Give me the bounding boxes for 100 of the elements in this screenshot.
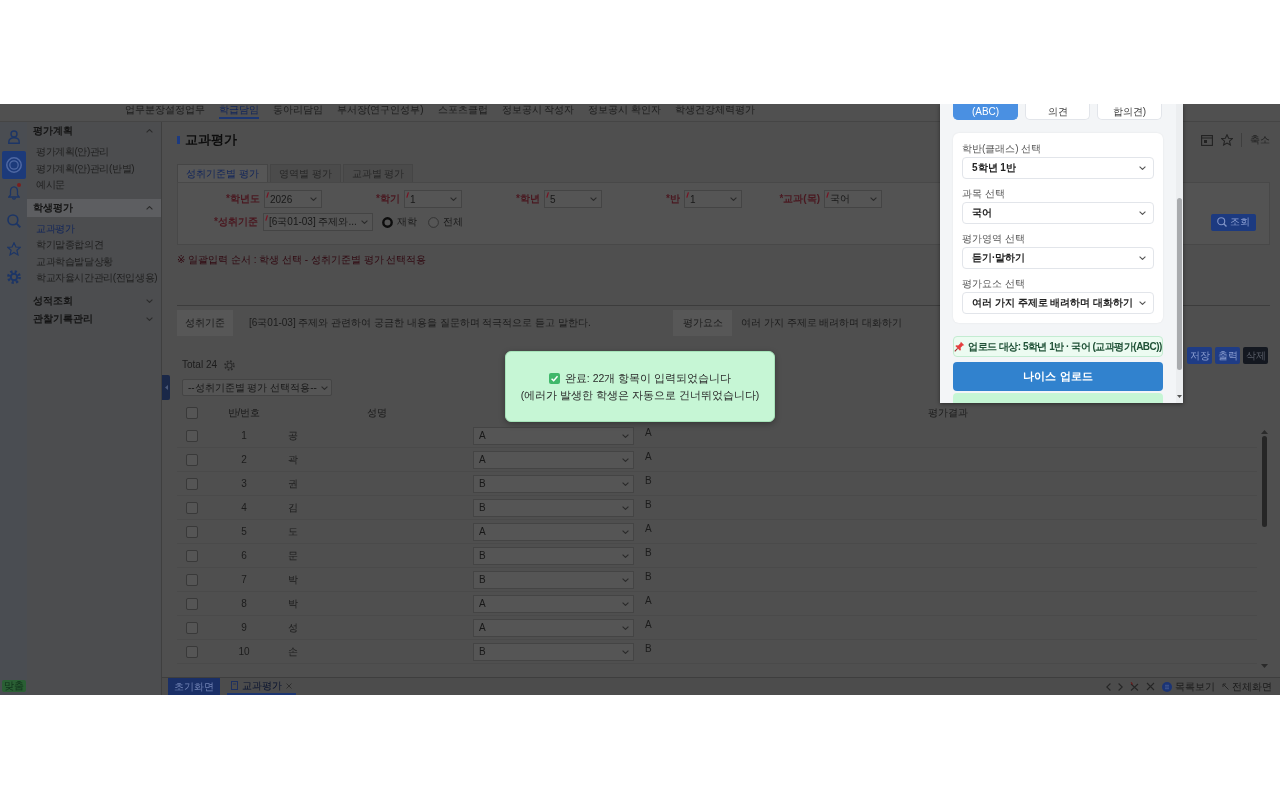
document-icon — [231, 681, 238, 690]
chevron-down-icon — [622, 625, 629, 630]
star-icon — [6, 242, 21, 256]
expand-icon — [1222, 683, 1229, 690]
list-icon — [1162, 681, 1172, 692]
sidebar-section-header[interactable]: 관찰기록관리 — [27, 309, 161, 328]
dropdown[interactable]: 국어 — [962, 202, 1154, 224]
chevron-down-icon — [590, 197, 597, 201]
dropdown[interactable]: 여러 가지 주제로 배려하며 대화하기 — [962, 292, 1154, 314]
type-button[interactable]: 의견 — [1025, 104, 1090, 120]
dropdown[interactable]: 듣기·말하기 — [962, 247, 1154, 269]
grade-dropdown[interactable]: A — [473, 426, 634, 445]
dropdown[interactable]: 5학년 1반 — [962, 157, 1154, 179]
field-label: *성취기준 — [213, 215, 258, 229]
chevron-down-icon — [361, 220, 368, 224]
row-checkbox[interactable] — [186, 525, 198, 538]
person-icon — [7, 130, 20, 144]
close-icon[interactable] — [1146, 682, 1155, 691]
row-checkbox[interactable] — [186, 573, 198, 586]
settings-icon[interactable] — [224, 359, 236, 371]
collapse-handle[interactable] — [162, 375, 170, 400]
chevron-down-icon — [1139, 211, 1146, 215]
close-icon[interactable] — [1130, 682, 1139, 691]
field-label: *반 — [665, 192, 680, 206]
home-button[interactable]: 초기화면 — [168, 678, 220, 695]
chevron-left-icon[interactable] — [1106, 682, 1111, 691]
grade-dropdown[interactable]: B — [473, 570, 634, 589]
field-label: *교과(목) — [778, 192, 820, 206]
search-icon — [6, 214, 21, 228]
chevron-down-icon — [622, 529, 629, 534]
select-all-checkbox[interactable] — [186, 407, 198, 419]
action-button[interactable]: 삭제 — [1243, 347, 1268, 364]
search-button[interactable]: 조회 — [1211, 213, 1256, 231]
sidebar-section-header[interactable]: 학생평가 — [27, 198, 161, 217]
bullet-icon — [177, 136, 180, 144]
grade-dropdown[interactable]: B — [473, 546, 634, 565]
scrollbar-thumb[interactable] — [1262, 436, 1267, 527]
type-button[interactable]: (ABC) — [953, 104, 1018, 120]
chevron-down-icon — [1139, 166, 1146, 170]
grade-dropdown[interactable]: A — [473, 594, 634, 613]
chevron-down-icon — [622, 577, 629, 582]
chevron-down-icon — [622, 433, 629, 438]
action-button[interactable]: 저장 — [1187, 347, 1212, 364]
triangle-left-icon — [164, 385, 168, 390]
chevron-down-icon — [450, 197, 457, 201]
grade-dropdown[interactable]: B — [473, 498, 634, 517]
page-tab[interactable]: 교과평가 — [227, 678, 296, 695]
page-title: 교과평가 — [185, 131, 237, 149]
chevron-down-icon — [622, 601, 629, 606]
field-label: 학반(클래스) 선택 — [962, 143, 1042, 155]
row-checkbox[interactable] — [186, 549, 198, 562]
sidebar-section-header[interactable]: 성적조회 — [27, 291, 161, 310]
chevron-down-icon — [1139, 301, 1146, 305]
row-checkbox[interactable] — [186, 429, 198, 442]
row-checkbox[interactable] — [186, 453, 198, 466]
scroll-down-arrow-icon[interactable] — [1177, 395, 1182, 398]
chevron-right-icon[interactable] — [1118, 682, 1123, 691]
upload-target-text: 업로드 대상: 5학년 1반 · 국어 (교과평가(ABC)) — [968, 339, 1162, 354]
chevron-down-icon — [870, 197, 877, 201]
chevron-down-icon — [622, 505, 629, 510]
grade-dropdown[interactable]: A — [473, 522, 634, 541]
nav-tab[interactable]: 학급담임 — [219, 104, 259, 119]
close-icon[interactable] — [286, 682, 292, 689]
star-icon[interactable] — [1221, 134, 1233, 146]
chevron-down-icon — [622, 553, 629, 558]
scrollbar-thumb[interactable] — [1177, 198, 1182, 370]
chevron-down-icon — [622, 481, 629, 486]
scroll-up-arrow-icon[interactable] — [1261, 430, 1268, 434]
sidebar-section-header[interactable]: 평가계획 — [27, 122, 161, 140]
chevron-down-icon — [320, 385, 328, 390]
field-label: 과목 선택 — [962, 188, 1005, 200]
grade-dropdown[interactable]: B — [473, 642, 634, 661]
row-checkbox[interactable] — [186, 645, 198, 658]
search-icon — [1217, 217, 1227, 227]
tab[interactable]: 성취기준별 평가 — [177, 164, 268, 182]
chevron-down-icon — [310, 197, 317, 201]
window-icon[interactable] — [1201, 134, 1213, 146]
grade-dropdown[interactable]: B — [473, 474, 634, 493]
toast-message: (에러가 발생한 학생은 자동으로 건너뛰었습니다) — [520, 388, 760, 402]
action-button[interactable]: 출력 — [1215, 347, 1240, 364]
bell-icon — [7, 186, 20, 200]
grade-dropdown[interactable]: A — [473, 618, 634, 637]
type-button[interactable]: 합의견) — [1097, 104, 1162, 120]
checkbox-checked-icon — [548, 372, 560, 384]
row-checkbox[interactable] — [186, 477, 198, 490]
upload-button[interactable]: 나이스 업로드 — [953, 362, 1163, 391]
field-label: *학년도 — [225, 192, 260, 206]
chevron-down-icon — [730, 197, 737, 201]
pin-icon — [954, 341, 965, 352]
toast-title: 완료: 22개 항목이 입력되었습니다 — [564, 371, 732, 385]
gear-icon — [6, 270, 21, 284]
grade-dropdown[interactable]: A — [473, 450, 634, 469]
field-label: *학년 — [515, 192, 540, 206]
row-checkbox[interactable] — [186, 621, 198, 634]
row-checkbox[interactable] — [186, 597, 198, 610]
row-checkbox[interactable] — [186, 501, 198, 514]
field-label: 평가요소 선택 — [962, 278, 1025, 290]
chevron-down-icon — [1139, 256, 1146, 260]
field-label: *학기 — [375, 192, 400, 206]
chevron-down-icon — [622, 457, 629, 462]
